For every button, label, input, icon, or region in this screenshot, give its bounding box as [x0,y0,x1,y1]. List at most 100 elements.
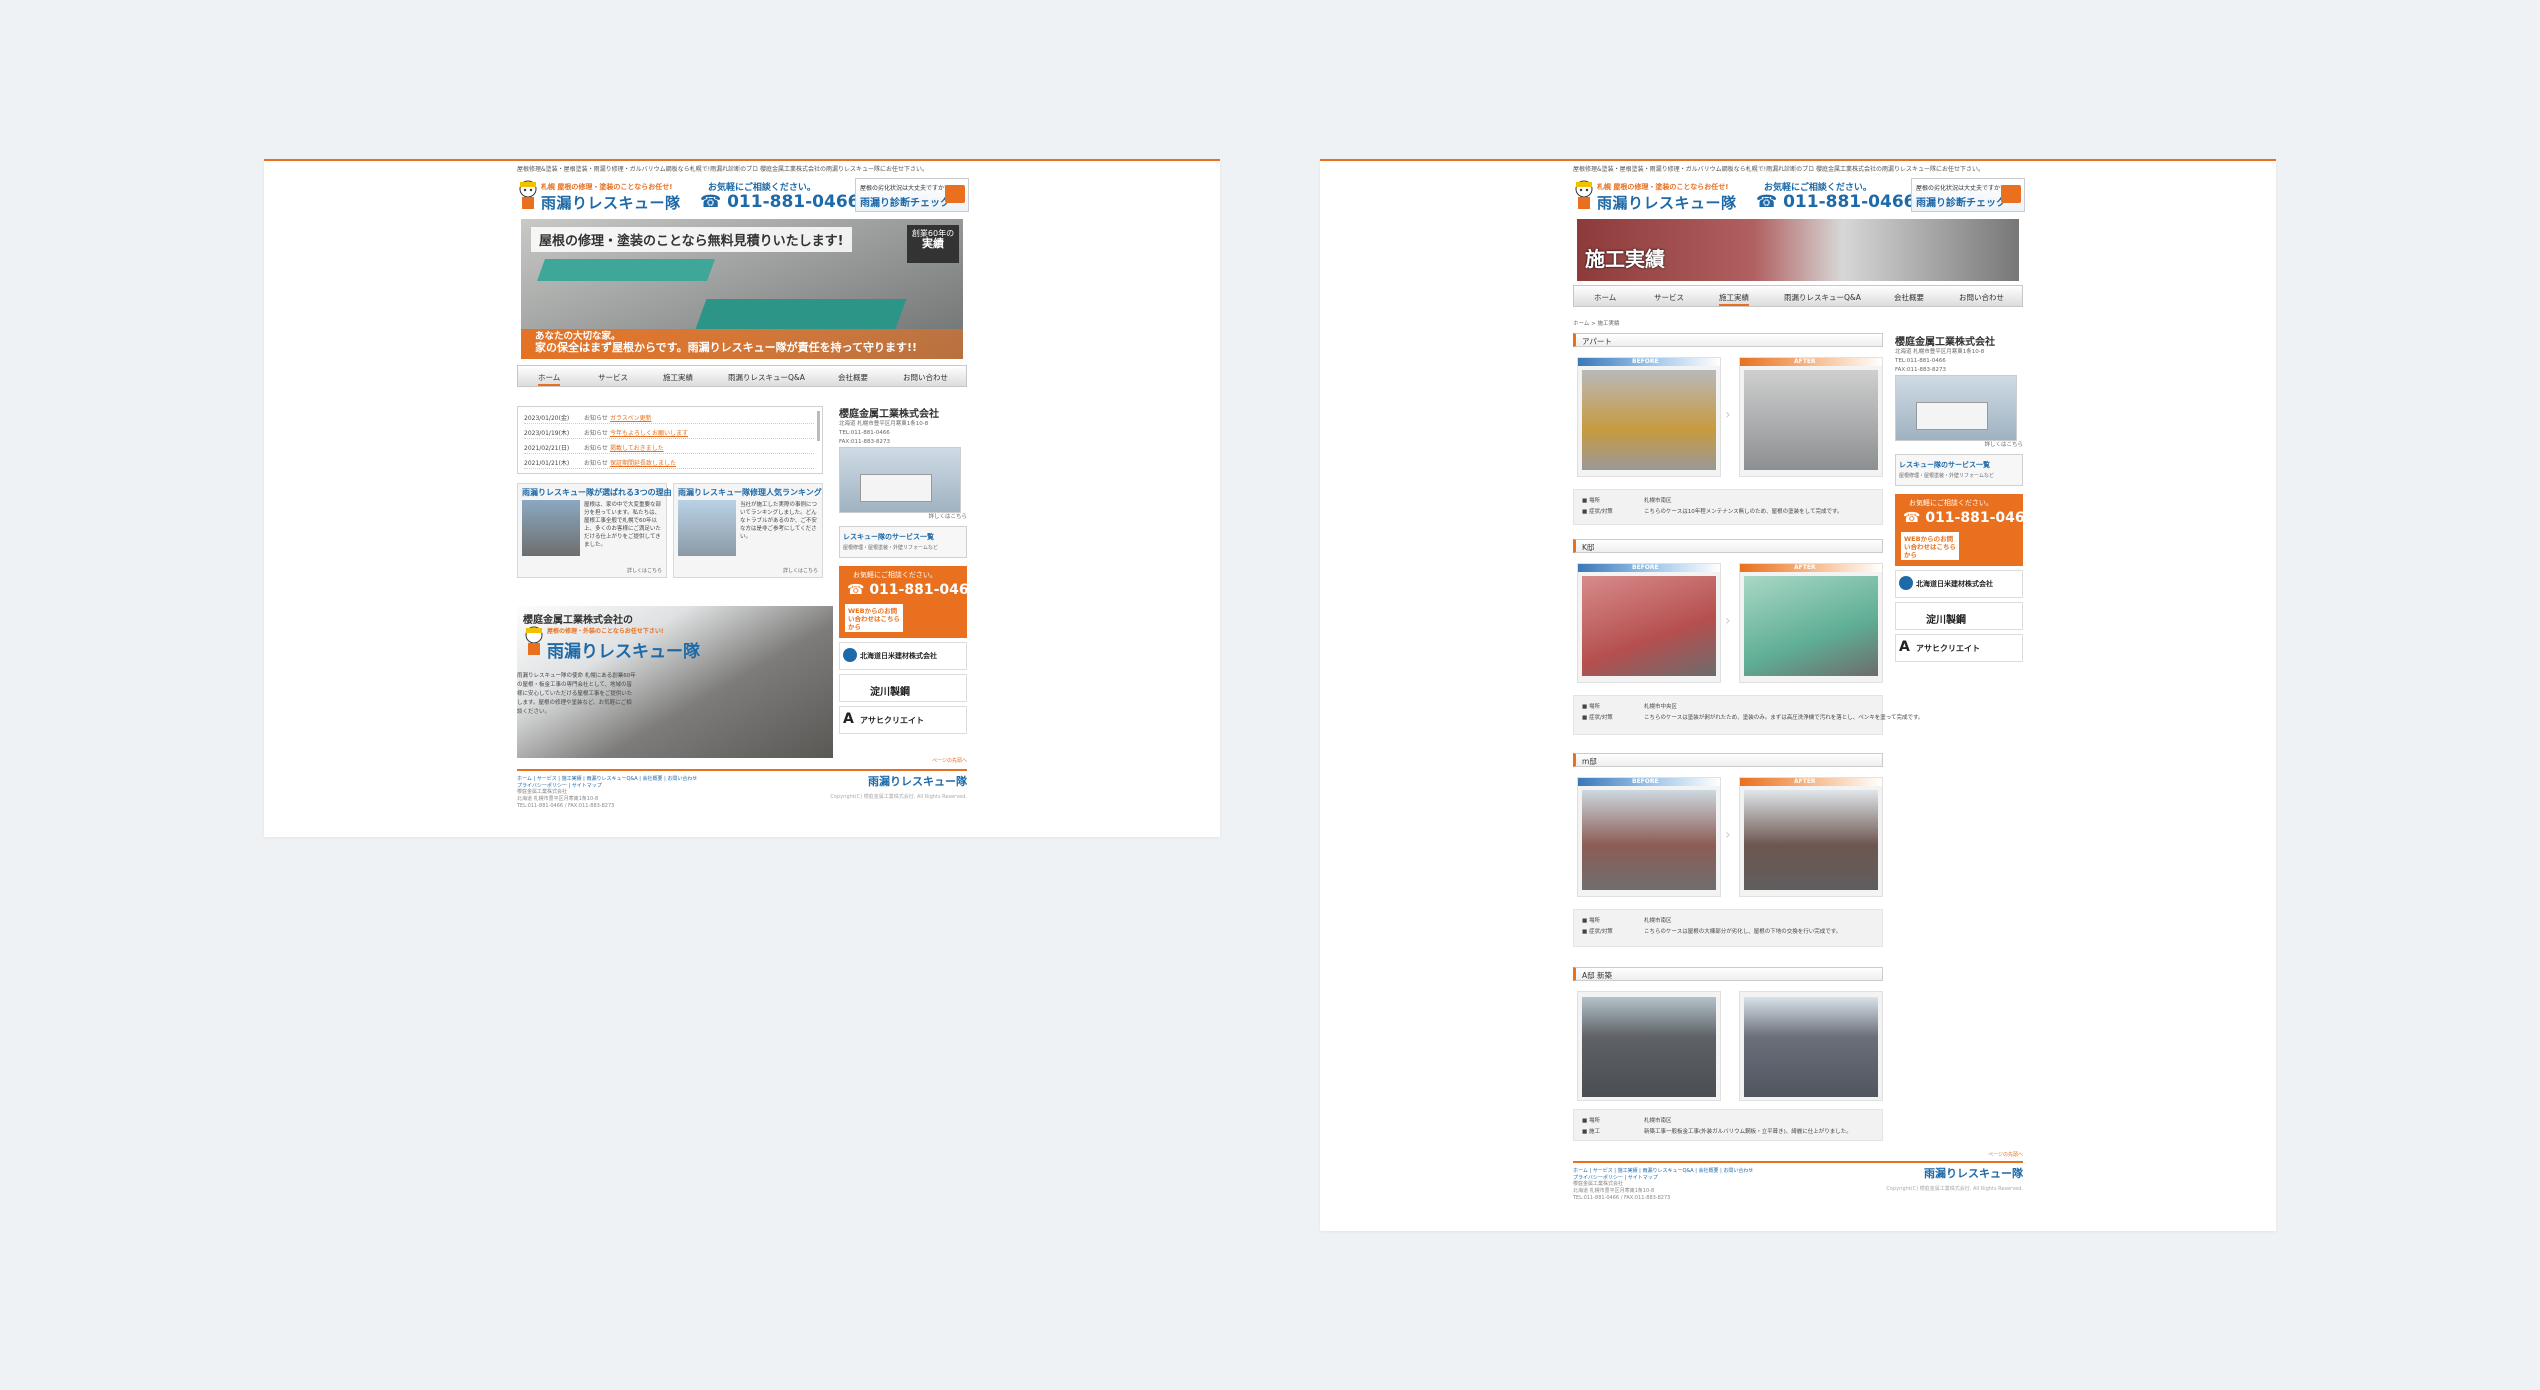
news-item[interactable]: 2021/01/21(木) お知らせ 保証期間延長致しました [524,456,814,469]
news-item[interactable]: 2023/01/20(金) お知らせ ガラスペン更新 [524,411,814,424]
more-link[interactable]: 詳しくはこちら [1895,441,2023,450]
news-scrollbar[interactable] [817,411,820,441]
after-card: AFTER [1739,357,1883,477]
company-logo: 雨漏りレスキュー隊 [547,642,700,662]
company-logo-sub: 屋根の修理・外装のことならお任せ下さい! [547,628,664,635]
header-phone[interactable]: お気軽にご相談ください。 ☎ 011-881-0466 [1756,178,1916,214]
work-info: ■ 場所 札幌市南区 ■ 症状/対策 こちらのケースは屋根の大棟部分が劣化し、屋根の… [1573,909,1883,947]
nav-company[interactable]: 会社概要 [838,372,868,383]
nav-home[interactable]: ホーム [1594,292,1616,303]
phone-icon: ☎ [1903,510,1926,526]
section-heading: A邸 新築 [1573,967,1883,981]
web-contact-button[interactable]: WEBからのお問い合わせはこちらから [1901,532,1959,560]
before-photo [1582,790,1716,890]
company-intro: 櫻庭金属工業株式会社の 屋根の修理・外装のことならお任せ下さい! 雨漏りレスキュ… [517,606,833,758]
sponsor-link[interactable]: A アサヒクリエイト [839,706,967,734]
nav-home[interactable]: ホーム [538,372,561,386]
phone-icon: ☎ [1756,192,1784,212]
before-card: BEFORE [1577,357,1721,477]
hero-title: 屋根の修理・塗装のことなら無料見積りいたします! [531,227,852,252]
sponsor-logo-icon [1899,576,1913,590]
sidebar-fax: FAX:011-883-8273 [1895,367,1947,373]
arrow-right-icon: › [1725,827,1731,843]
sidebar: 櫻庭金属工業株式会社 北海道 札幌市豊平区月寒東1条10-8 TEL:011-8… [839,405,978,734]
nav-works[interactable]: 施工実績 [1719,292,1749,306]
section-heading: アパート [1573,333,1883,347]
check-banner-title: 雨漏り診断チェック [1916,198,2006,209]
sidebar-company: 櫻庭金属工業株式会社 [839,409,939,420]
service-list-banner[interactable]: レスキュー隊のサービス一覧 屋根修理・屋根塗装・外壁リフォームなど [839,526,967,558]
sidebar-tel: TEL:011-881-0466 [1895,358,1946,364]
mascot-icon [1575,180,1593,209]
section-heading: m邸 [1573,753,1883,767]
ranking-text: 当社が施工した実際の事例についてランキングしました。どんなトラブルがあるのか、ご… [740,502,818,540]
company-intro-title: 櫻庭金属工業株式会社の [523,615,633,626]
web-contact-button[interactable]: WEBからのお問い合わせはこちらから [845,604,903,632]
work-info: ■ 場所 札幌市南区 ■ 施工 新築工事一般板金工事(外装ガルバリウム鋼板・立平葺き… [1573,1109,1883,1141]
more-link[interactable]: 詳しくはこちら [839,513,967,522]
reasons-panel[interactable]: 雨漏りレスキュー隊が選ばれる3つの理由 屋根は、家の中で大変重要な部分を担ってい… [517,483,672,578]
nav-service[interactable]: サービス [598,372,628,383]
check-banner-lead: 屋根の劣化状況は大丈夫ですか? [860,185,948,192]
footer-logo[interactable]: 雨漏りレスキュー隊 [868,773,967,789]
copyright: Copyright(C) 櫻庭金属工業株式会社. All Rights Rese… [1886,1186,2023,1192]
sponsor-link[interactable]: 淀川製鋼 [1895,602,2023,630]
ranking-panel[interactable]: 雨漏りレスキュー隊修理人気ランキング 当社が施工した実際の事例についてランキング… [673,483,823,578]
sponsor-link[interactable]: 北海道日米建材株式会社 [1895,570,2023,598]
hero-message-2: 家の保全はまず屋根からです。雨漏りレスキュー隊が責任を持って守ります!! [535,341,918,354]
breadcrumb[interactable]: ホーム > 施工実績 [1573,319,1619,327]
logo-subtitle: 札幌 屋根の修理・塗装のことならお任せ! [541,183,673,191]
phone-icon: ☎ [700,192,728,212]
contact-banner[interactable]: お気軽にご相談ください。 ☎ 011-881-0466 WEBからのお問い合わせ… [839,566,978,638]
nav-qa[interactable]: 雨漏りレスキューQ&A [728,372,805,383]
sponsor-link[interactable]: 淀川製鋼 [839,674,967,702]
before-card: BEFORE [1577,777,1721,897]
roof-graphic [695,299,907,329]
nav-qa[interactable]: 雨漏りレスキューQ&A [1784,292,1861,303]
a-logo-icon: A [843,711,854,727]
sponsor-logo-icon [843,648,857,662]
reasons-title: 雨漏りレスキュー隊が選ばれる3つの理由 [522,488,672,497]
check-badge-icon [2001,185,2021,203]
before-card: BEFORE [1577,563,1721,683]
main-nav: ホーム サービス 施工実績 雨漏りレスキューQ&A 会社概要 お問い合わせ [1573,285,2023,307]
nav-service[interactable]: サービス [1654,292,1684,303]
footer: ホーム | サービス | 施工実績 | 雨漏りレスキューQ&A | 会社概要 |… [1573,1161,2023,1202]
sidebar: 櫻庭金属工業株式会社 北海道 札幌市豊平区月寒東1条10-8 TEL:011-8… [1895,333,2034,662]
footer-logo[interactable]: 雨漏りレスキュー隊 [1924,1165,2023,1181]
news-item[interactable]: 2023/01/19(木) お知らせ 今年もよろしくお願いします [524,426,814,439]
sponsor-link[interactable]: 北海道日米建材株式会社 [839,642,967,670]
copyright: Copyright(C) 櫻庭金属工業株式会社. All Rights Rese… [830,794,967,800]
sidebar-address: 北海道 札幌市豊平区月寒東1条10-8 [1895,349,1985,355]
page-top-link[interactable]: ページの先頭へ [1988,1151,2023,1158]
more-link[interactable]: 詳しくはこちら [627,567,662,574]
news-list: 2023/01/20(金) お知らせ ガラスペン更新 2023/01/19(木) お知… [517,406,823,474]
sponsor-link[interactable]: A アサヒクリエイト [1895,634,2023,662]
arrow-right-icon: › [1725,613,1731,629]
news-item[interactable]: 2021/02/21(日) お知らせ 掲載しておきました [524,441,814,454]
works-hero: 施工実績 [1577,219,2019,281]
leak-check-banner[interactable]: 屋根の劣化状況は大丈夫ですか? 雨漏り診断チェック [1911,178,2025,212]
after-card: AFTER [1739,777,1883,897]
leak-check-banner[interactable]: 屋根の劣化状況は大丈夫ですか? 雨漏り診断チェック [855,178,969,212]
footer: ホーム | サービス | 施工実績 | 雨漏りレスキューQ&A | 会社概要 |… [517,769,967,810]
nav-contact[interactable]: お問い合わせ [1959,292,2004,303]
service-list-banner[interactable]: レスキュー隊のサービス一覧 屋根修理・屋根塗装・外壁リフォームなど [1895,454,2023,486]
logo-text: 雨漏りレスキュー隊 [541,194,681,212]
nav-company[interactable]: 会社概要 [1894,292,1924,303]
sidebar-fax: FAX:011-883-8273 [839,439,891,445]
years-badge: 創業60年の 実績 [907,225,959,263]
contact-banner[interactable]: お気軽にご相談ください。 ☎ 011-881-0466 WEBからのお問い合わせ… [1895,494,2034,566]
page-top-link[interactable]: ページの先頭へ [932,757,967,764]
phone-number: ☎ 011-881-0466 [700,192,860,212]
nav-works[interactable]: 施工実績 [663,372,693,383]
check-badge-icon [945,185,965,203]
truck-photo [1895,375,2017,441]
site-logo[interactable]: 札幌 屋根の修理・塗装のことならお任せ! 雨漏りレスキュー隊 [1573,178,1753,216]
header-phone[interactable]: お気軽にご相談ください。 ☎ 011-881-0466 [700,178,860,214]
works-title: 施工実績 [1585,247,1665,271]
site-logo[interactable]: 札幌 屋根の修理・塗装のことならお任せ! 雨漏りレスキュー隊 [517,178,697,216]
more-link[interactable]: 詳しくはこちら [783,567,818,574]
nav-contact[interactable]: お問い合わせ [903,372,948,383]
mascot-icon [525,626,543,655]
